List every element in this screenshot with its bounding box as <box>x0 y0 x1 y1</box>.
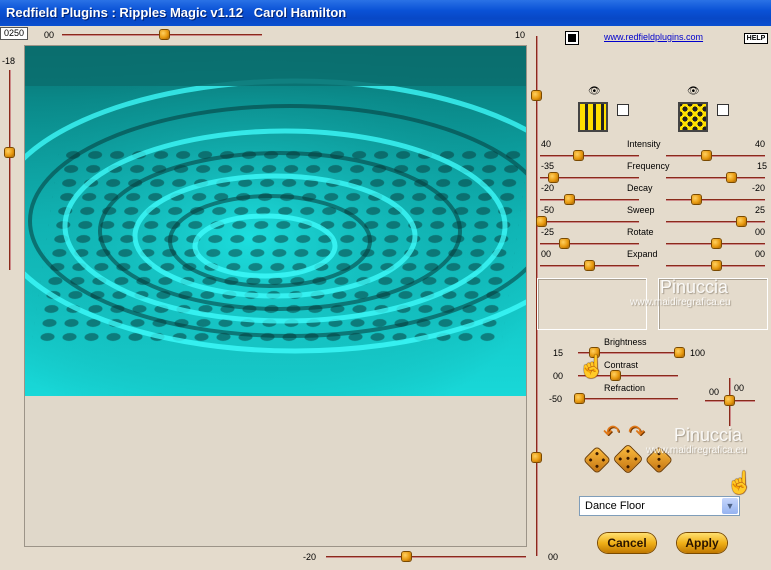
refraction-thumb[interactable] <box>575 394 584 403</box>
contrast-min: 00 <box>553 371 564 381</box>
param-right-slider[interactable] <box>666 221 765 223</box>
param-name: Intensity <box>627 139 661 149</box>
param-left-value: -35 <box>541 161 555 171</box>
param-name: Sweep <box>627 205 655 215</box>
param-right-slider[interactable] <box>666 199 765 201</box>
bottom-slider-track[interactable] <box>326 556 526 558</box>
param-left-value: -20 <box>541 183 555 193</box>
param-left-slider[interactable] <box>540 199 639 201</box>
top-slider-max-label: 10 <box>515 30 526 40</box>
stripes-pattern-icon[interactable] <box>578 102 608 132</box>
preset-selected-value: Dance Floor <box>585 500 645 512</box>
watermark-site: www.maidiregrafica.eu <box>646 445 747 456</box>
checker-pattern-icon[interactable] <box>678 102 708 132</box>
xy-right-label: 00 <box>734 383 745 393</box>
param-right-thumb[interactable] <box>692 195 701 204</box>
bottom-slider-thumb[interactable] <box>402 552 411 561</box>
right-vertical-slider-thumb-bottom[interactable] <box>532 453 541 462</box>
brightness-max: 100 <box>690 348 706 358</box>
right-vertical-slider-thumb-top[interactable] <box>532 91 541 100</box>
param-right-thumb[interactable] <box>712 239 721 248</box>
param-right-value: 00 <box>755 227 766 237</box>
preview-image <box>25 46 526 396</box>
param-right-thumb[interactable] <box>702 151 711 160</box>
left-slider-thumb[interactable] <box>5 148 14 157</box>
xy-thumb[interactable] <box>725 396 734 405</box>
eye-icon[interactable]: 👁 <box>687 86 700 97</box>
pointing-hand-icon: ☝ <box>726 470 754 495</box>
param-left-thumb[interactable] <box>585 261 594 270</box>
param-left-value: 40 <box>541 139 552 149</box>
watermark-name: Pinuccia <box>660 277 729 297</box>
param-name: Frequency <box>627 161 670 171</box>
redfield-link[interactable]: www.redfieldplugins.com <box>604 32 703 42</box>
pointing-hand-icon: ☝ <box>578 354 606 379</box>
xy-left-label: 00 <box>709 387 720 397</box>
stripes-checkbox[interactable] <box>617 104 629 116</box>
seed-field[interactable]: 0250 <box>0 27 28 40</box>
watermark-name: Pinuccia <box>674 425 743 445</box>
color-swatch[interactable] <box>566 32 578 44</box>
brightness-min: 15 <box>553 348 564 358</box>
param-left-slider[interactable] <box>540 155 639 157</box>
param-right-value: 00 <box>755 249 766 259</box>
param-name: Expand <box>627 249 658 259</box>
param-right-thumb[interactable] <box>737 217 746 226</box>
param-right-value: 15 <box>757 161 768 171</box>
param-left-thumb[interactable] <box>537 217 546 226</box>
ripple-render <box>25 46 526 396</box>
undo-arrow-icon[interactable]: ↶ <box>603 420 620 445</box>
refraction-label: Refraction <box>604 383 646 393</box>
brightness-thumb-right[interactable] <box>675 348 684 357</box>
redo-arrow-icon[interactable]: ↷ <box>628 420 645 445</box>
preset-select[interactable]: Dance Floor ▼ <box>579 496 740 516</box>
checker-checkbox[interactable] <box>717 104 729 116</box>
random-all-dice-icon[interactable] <box>613 444 643 474</box>
cancel-button[interactable]: Cancel <box>598 533 656 553</box>
title-bar: Redfield Plugins : Ripples Magic v1.12 C… <box>0 0 771 26</box>
param-left-value: 00 <box>541 249 552 259</box>
param-right-slider[interactable] <box>666 177 765 179</box>
contrast-label: Contrast <box>604 360 639 370</box>
param-right-thumb[interactable] <box>712 261 721 270</box>
preview-panel <box>24 45 527 547</box>
param-left-thumb[interactable] <box>549 173 558 182</box>
window-title: Redfield Plugins : Ripples Magic v1.12 C… <box>6 5 347 20</box>
param-left-slider[interactable] <box>540 243 639 245</box>
param-right-thumb[interactable] <box>727 173 736 182</box>
chevron-down-icon[interactable]: ▼ <box>722 498 738 514</box>
top-slider-thumb[interactable] <box>160 30 169 39</box>
param-left-thumb[interactable] <box>565 195 574 204</box>
param-left-slider[interactable] <box>540 221 639 223</box>
param-right-value: -20 <box>752 183 766 193</box>
refraction-min: -50 <box>549 394 563 404</box>
param-left-thumb[interactable] <box>560 239 569 248</box>
left-slider-label: -18 <box>2 56 16 66</box>
bottom-slider-min-label: -20 <box>303 552 317 562</box>
watermark-site: www.maidiregrafica.eu <box>630 297 731 308</box>
param-left-value: -25 <box>541 227 555 237</box>
param-name: Decay <box>627 183 653 193</box>
param-right-value: 25 <box>755 205 766 215</box>
apply-button[interactable]: Apply <box>677 533 727 553</box>
param-left-value: -50 <box>541 205 555 215</box>
bottom-slider-max-label: 00 <box>548 552 559 562</box>
refraction-slider[interactable] <box>578 398 678 400</box>
eye-icon[interactable]: 👁 <box>588 86 601 97</box>
left-slider-track[interactable] <box>9 70 11 270</box>
brightness-label: Brightness <box>604 337 647 347</box>
top-slider-min-label: 00 <box>44 30 55 40</box>
param-right-value: 40 <box>755 139 766 149</box>
param-name: Rotate <box>627 227 654 237</box>
param-right-slider[interactable] <box>666 155 765 157</box>
help-button[interactable]: HELP <box>744 33 768 44</box>
param-left-thumb[interactable] <box>574 151 583 160</box>
random-dice-icon[interactable] <box>584 447 610 473</box>
contrast-thumb[interactable] <box>611 371 620 380</box>
